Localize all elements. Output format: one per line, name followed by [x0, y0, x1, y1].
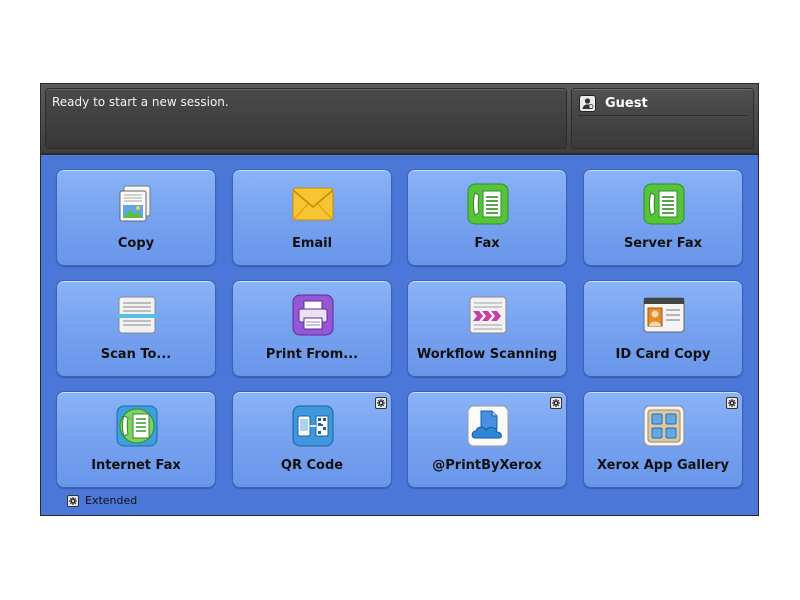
- fax-icon: [467, 183, 509, 225]
- app-label: Copy: [117, 236, 155, 251]
- extended-app-icon: [375, 397, 387, 409]
- server-fax-app-tile[interactable]: Server Fax: [583, 169, 743, 266]
- xerox-app-gallery-tile[interactable]: Xerox App Gallery: [583, 391, 743, 488]
- app-label: Workflow Scanning: [416, 347, 558, 362]
- extended-app-icon: [550, 397, 562, 409]
- app-label: @PrintByXerox: [432, 458, 542, 473]
- scan-to-app-tile[interactable]: Scan To...: [56, 280, 216, 377]
- internet-fax-icon: [116, 405, 158, 447]
- user-icon: [579, 95, 596, 112]
- app-grid: Copy Email Fax Server Fax Scan To... Pri…: [41, 155, 758, 515]
- app-label: Print From...: [265, 347, 359, 362]
- app-label: Scan To...: [100, 347, 172, 362]
- app-label: Internet Fax: [91, 458, 181, 473]
- fax-app-tile[interactable]: Fax: [407, 169, 567, 266]
- device-screen: Ready to start a new session. Guest Copy…: [40, 83, 759, 516]
- id-card-copy-app-tile[interactable]: ID Card Copy: [583, 280, 743, 377]
- app-label: Fax: [474, 236, 500, 251]
- workflow-scanning-icon: [469, 296, 507, 334]
- print-from-icon: [292, 294, 334, 336]
- qr-code-app-tile[interactable]: QR Code: [232, 391, 392, 488]
- print-by-xerox-app-tile[interactable]: @PrintByXerox: [407, 391, 567, 488]
- email-icon: [292, 187, 334, 221]
- extended-app-icon: [726, 397, 738, 409]
- print-from-app-tile[interactable]: Print From...: [232, 280, 392, 377]
- id-card-copy-icon: [643, 297, 685, 333]
- cloud-print-icon: [467, 405, 509, 447]
- internet-fax-app-tile[interactable]: Internet Fax: [56, 391, 216, 488]
- copy-icon: [119, 185, 151, 222]
- workflow-scanning-app-tile[interactable]: Workflow Scanning: [407, 280, 567, 377]
- extended-legend-label: Extended: [85, 494, 138, 507]
- user-button[interactable]: Guest: [571, 88, 754, 149]
- user-name: Guest: [605, 96, 648, 111]
- app-gallery-icon: [643, 405, 685, 447]
- app-label: Xerox App Gallery: [597, 458, 729, 473]
- app-label: Server Fax: [623, 236, 703, 251]
- scan-to-icon: [117, 296, 157, 334]
- extended-app-icon: [67, 495, 79, 507]
- server-fax-icon: [643, 183, 685, 225]
- header-bar: Ready to start a new session. Guest: [41, 84, 758, 155]
- app-label: QR Code: [280, 458, 344, 473]
- qr-code-icon: [292, 405, 334, 447]
- email-app-tile[interactable]: Email: [232, 169, 392, 266]
- app-label: Email: [291, 236, 333, 251]
- user-panel-divider: [578, 115, 747, 116]
- copy-app-tile[interactable]: Copy: [56, 169, 216, 266]
- app-label: ID Card Copy: [615, 347, 711, 362]
- status-message: Ready to start a new session.: [52, 95, 229, 109]
- status-panel: Ready to start a new session.: [45, 88, 567, 149]
